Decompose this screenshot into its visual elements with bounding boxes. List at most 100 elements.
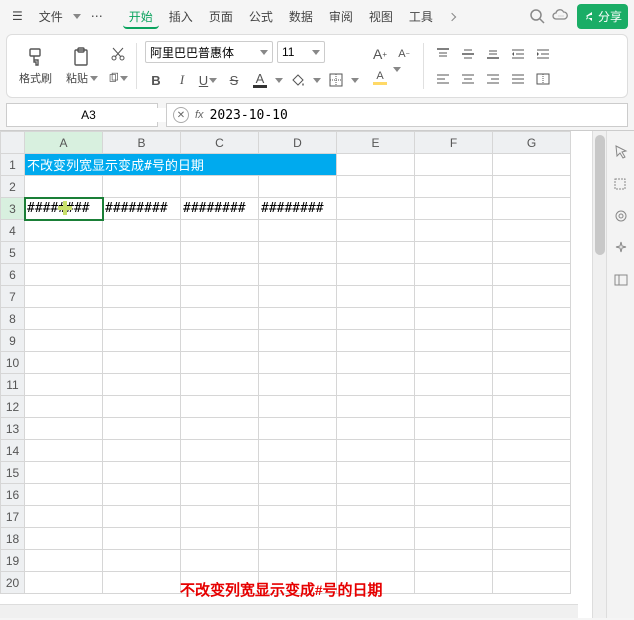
dropdown-icon[interactable]	[313, 78, 321, 83]
fill-color-button[interactable]	[287, 69, 309, 91]
cell[interactable]	[103, 176, 181, 198]
cell[interactable]	[337, 484, 415, 506]
cell[interactable]	[493, 220, 571, 242]
cell[interactable]	[259, 242, 337, 264]
cell[interactable]	[181, 352, 259, 374]
col-header-B[interactable]: B	[103, 132, 181, 154]
cell[interactable]	[181, 462, 259, 484]
cell[interactable]	[415, 176, 493, 198]
cell[interactable]	[493, 440, 571, 462]
tab-start[interactable]: 开始	[123, 4, 159, 29]
cell[interactable]	[181, 440, 259, 462]
underline-button[interactable]: U	[197, 69, 219, 91]
cell[interactable]	[181, 220, 259, 242]
file-dropdown-icon[interactable]	[73, 14, 81, 19]
row-header[interactable]: 14	[1, 440, 25, 462]
row-header[interactable]: 15	[1, 462, 25, 484]
cell[interactable]	[337, 528, 415, 550]
cell[interactable]	[493, 242, 571, 264]
hamburger-icon[interactable]: ☰	[6, 5, 29, 27]
tab-data[interactable]: 数据	[283, 4, 319, 29]
cell[interactable]	[259, 352, 337, 374]
cell[interactable]	[259, 440, 337, 462]
row-header[interactable]: 6	[1, 264, 25, 286]
cell[interactable]	[25, 418, 103, 440]
cell[interactable]	[337, 220, 415, 242]
col-header-G[interactable]: G	[493, 132, 571, 154]
tab-insert[interactable]: 插入	[163, 4, 199, 29]
cell[interactable]	[103, 528, 181, 550]
cell[interactable]	[493, 352, 571, 374]
file-menu[interactable]: 文件	[33, 4, 69, 29]
settings-icon[interactable]	[612, 207, 630, 225]
cell[interactable]	[337, 396, 415, 418]
tab-review[interactable]: 审阅	[323, 4, 359, 29]
bold-button[interactable]: B	[145, 69, 167, 91]
copy-icon[interactable]	[108, 68, 128, 88]
cell[interactable]	[493, 462, 571, 484]
cell[interactable]	[103, 242, 181, 264]
cell[interactable]	[415, 484, 493, 506]
cell[interactable]	[25, 440, 103, 462]
cell[interactable]	[103, 506, 181, 528]
cell[interactable]	[337, 176, 415, 198]
cell[interactable]	[337, 198, 415, 220]
cell[interactable]	[25, 220, 103, 242]
cell[interactable]	[415, 550, 493, 572]
cell[interactable]	[181, 550, 259, 572]
cell[interactable]: ########	[25, 198, 103, 220]
cut-icon[interactable]	[108, 44, 128, 64]
cell[interactable]	[103, 572, 181, 594]
cell[interactable]	[181, 506, 259, 528]
cell[interactable]	[259, 220, 337, 242]
cell[interactable]	[415, 220, 493, 242]
cell[interactable]	[181, 242, 259, 264]
cell[interactable]	[103, 440, 181, 462]
row-header[interactable]: 4	[1, 220, 25, 242]
cell[interactable]	[181, 374, 259, 396]
decrease-font-button[interactable]: A−	[393, 43, 415, 65]
row-header[interactable]: 19	[1, 550, 25, 572]
row-header[interactable]: 7	[1, 286, 25, 308]
cell[interactable]	[415, 528, 493, 550]
cell[interactable]	[493, 264, 571, 286]
cell[interactable]	[25, 264, 103, 286]
tab-view[interactable]: 视图	[363, 4, 399, 29]
increase-font-button[interactable]: A+	[369, 43, 391, 65]
align-bottom-button[interactable]	[482, 43, 504, 65]
dropdown-icon[interactable]	[393, 67, 401, 72]
cell[interactable]	[259, 264, 337, 286]
cell[interactable]	[181, 264, 259, 286]
cell[interactable]	[181, 308, 259, 330]
cell[interactable]	[493, 572, 571, 594]
cell[interactable]	[25, 242, 103, 264]
cell[interactable]	[337, 418, 415, 440]
cell[interactable]	[259, 484, 337, 506]
cell[interactable]	[259, 528, 337, 550]
border-button[interactable]	[325, 69, 347, 91]
cell[interactable]	[415, 440, 493, 462]
cell[interactable]	[415, 330, 493, 352]
cell[interactable]	[259, 550, 337, 572]
tabs-more-icon[interactable]	[443, 5, 461, 27]
cell[interactable]	[415, 198, 493, 220]
align-left-button[interactable]	[432, 68, 454, 90]
cell[interactable]	[337, 330, 415, 352]
col-header-C[interactable]: C	[181, 132, 259, 154]
cell[interactable]	[25, 374, 103, 396]
cell[interactable]	[337, 308, 415, 330]
cell[interactable]	[415, 308, 493, 330]
cell[interactable]	[181, 176, 259, 198]
cell[interactable]	[103, 264, 181, 286]
cell[interactable]	[415, 374, 493, 396]
row-header[interactable]: 12	[1, 396, 25, 418]
cell[interactable]	[337, 462, 415, 484]
dropdown-icon[interactable]	[351, 78, 359, 83]
select-icon[interactable]	[612, 175, 630, 193]
cell[interactable]	[415, 506, 493, 528]
cell[interactable]: ########	[181, 198, 259, 220]
cell[interactable]	[25, 176, 103, 198]
align-top-button[interactable]	[432, 43, 454, 65]
row-header[interactable]: 16	[1, 484, 25, 506]
spreadsheet-grid[interactable]: A B C D E F G 1不改变列宽显示变成#号的日期23#########…	[0, 131, 606, 618]
